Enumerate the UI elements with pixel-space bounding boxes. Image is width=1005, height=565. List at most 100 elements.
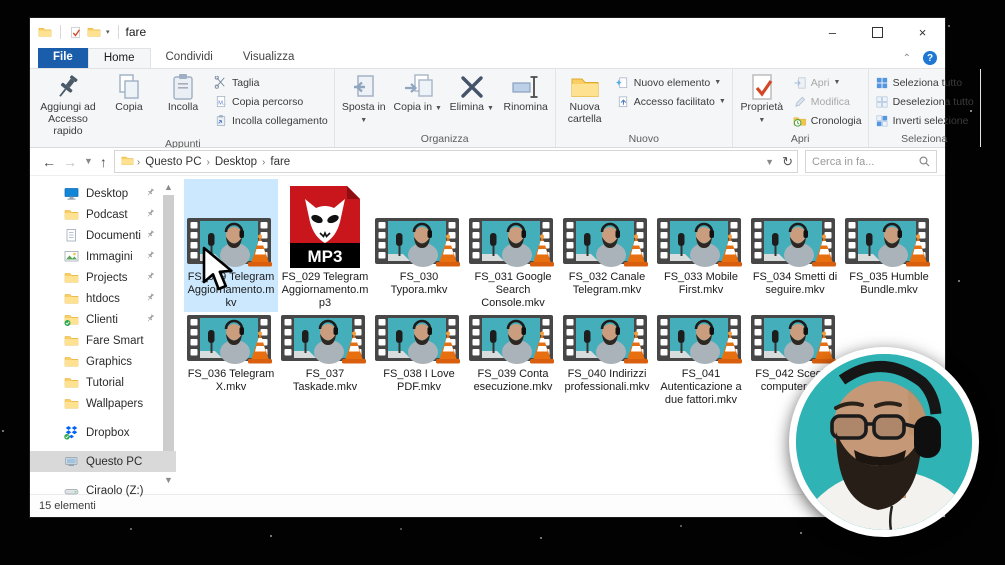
address-dropdown-chevron-icon[interactable]: ▼ [765, 157, 774, 167]
file-item[interactable]: FS_034 Smetti di seguire.mkv [748, 179, 842, 312]
file-item[interactable]: MP3 FS_029 Telegram Aggiornamento.mp3 [278, 179, 372, 312]
open-button[interactable]: Apri ▼ [789, 73, 866, 92]
sidebar-item-label: Ciraolo (Z:) [86, 484, 144, 497]
maximize-button[interactable] [855, 18, 900, 46]
edit-button[interactable]: Modifica [789, 92, 866, 111]
breadcrumb-item[interactable]: fare [266, 156, 294, 168]
select-all-button[interactable]: Seleziona tutto [871, 73, 978, 92]
sidebar-item-graphics[interactable]: Graphics [30, 351, 176, 372]
tab-visualizza[interactable]: Visualizza [228, 48, 310, 68]
button-label: Accesso facilitato [633, 95, 715, 108]
delete-icon [461, 76, 483, 98]
sidebar-item-htdocs[interactable]: htdocs [30, 288, 176, 309]
sidebar-item-wallpapers[interactable]: Wallpapers [30, 393, 176, 414]
separator [117, 25, 119, 39]
sidebar-item-label: htdocs [86, 292, 120, 305]
sidebar-item-podcast[interactable]: Podcast [30, 204, 176, 225]
sidebar-item-dropbox[interactable]: Dropbox [30, 422, 176, 443]
sidebar-item-immagini[interactable]: Immagini [30, 246, 176, 267]
sidebar-item-documenti[interactable]: Documenti [30, 225, 176, 246]
invert-selection-button[interactable]: Inverti selezione [871, 111, 978, 130]
paste-button[interactable]: Incolla [156, 70, 210, 114]
ribbon-group-label: Organizza [420, 133, 469, 145]
file-item[interactable]: FS_040 Indirizzi professionali.mkv [560, 314, 654, 409]
sidebar-item-label: Desktop [86, 187, 129, 200]
file-name: FS_031 Google Search Console.mkv [474, 271, 552, 309]
window-title: fare [125, 25, 147, 39]
minimize-button[interactable]: – [810, 18, 855, 46]
file-item[interactable]: FS_029 Telegram Aggiornamento.mkv [184, 179, 278, 312]
breadcrumb[interactable]: › Questo PC › Desktop › fare ▼ ↻ [113, 150, 798, 173]
recent-locations-chevron-icon[interactable]: ▼ [84, 157, 93, 166]
select-none-icon [876, 96, 888, 107]
breadcrumb-item[interactable]: Desktop [211, 156, 261, 168]
file-name: FS_035 Humble Bundle.mkv [849, 271, 929, 296]
paste-icon [173, 74, 193, 100]
sidebar-item-label: Graphics [86, 355, 133, 368]
copy-to-button[interactable]: Copia in ▼ [391, 70, 445, 114]
delete-button[interactable]: Elimina ▼ [445, 70, 499, 114]
copy-icon [119, 74, 139, 99]
tab-file[interactable]: File [38, 48, 88, 68]
ribbon-group-apri: Proprietà ▼ Apri ▼ Modifica Cronologia Apri [733, 69, 869, 147]
refresh-icon[interactable]: ↻ [782, 154, 793, 170]
button-label: Nuova cartella [567, 101, 602, 125]
breadcrumb-item[interactable]: Questo PC [141, 156, 205, 168]
folder-icon [121, 156, 134, 165]
file-item[interactable]: FS_031 Google Search Console.mkv [466, 179, 560, 312]
video-thumbnail [469, 315, 554, 364]
back-button[interactable]: ← [42, 155, 56, 169]
customize-chevron-icon[interactable]: ▾ [106, 29, 110, 36]
new-item-button[interactable]: Nuovo elemento ▼ [612, 73, 730, 92]
forward-button[interactable]: → [63, 155, 77, 169]
sidebar-item-ciraolo-z-[interactable]: Ciraolo (Z:) [30, 480, 176, 501]
file-item[interactable]: FS_033 Mobile First.mkv [654, 179, 748, 312]
file-item[interactable]: FS_030 Typora.mkv [372, 179, 466, 312]
rename-button[interactable]: Rinomina [499, 70, 553, 114]
video-thumbnail [187, 315, 272, 364]
file-item[interactable]: FS_035 Humble Bundle.mkv [842, 179, 936, 312]
navigation-pane: ▲ ▼ Desktop Podcast Documenti Immagini Proje… [30, 176, 176, 497]
sidebar-item-questo-pc[interactable]: Questo PC [30, 451, 176, 472]
tab-home[interactable]: Home [87, 48, 151, 68]
file-item[interactable]: FS_032 Canale Telegram.mkv [560, 179, 654, 312]
copy-button[interactable]: Copia [102, 70, 156, 114]
file-item[interactable]: FS_039 Conta esecuzione.mkv [466, 314, 560, 409]
new-folder-icon[interactable] [87, 25, 101, 39]
minimize-ribbon-chevron-icon[interactable]: ⌃ [903, 53, 911, 64]
sidebar-item-clienti[interactable]: Clienti [30, 309, 176, 330]
pin-button[interactable]: Aggiungi ad Accesso rapido [34, 70, 102, 137]
close-button[interactable]: × [900, 18, 945, 46]
paste-shortcut-icon [216, 114, 226, 126]
select-none-button[interactable]: Deseleziona tutto [871, 92, 978, 111]
help-icon[interactable]: ? [923, 51, 937, 65]
sidebar-item-desktop[interactable]: Desktop [30, 183, 176, 204]
easy-access-icon [618, 95, 627, 107]
tab-condividi[interactable]: Condividi [151, 48, 228, 68]
properties-button[interactable]: Proprietà ▼ [735, 70, 789, 126]
file-item[interactable]: FS_037 Taskade.mkv [278, 314, 372, 409]
file-item[interactable]: FS_036 Telegram X.mkv [184, 314, 278, 409]
sidebar-item-tutorial[interactable]: Tutorial [30, 372, 176, 393]
history-button[interactable]: Cronologia [789, 111, 866, 130]
copy-path-button[interactable]: M.. Copia percorso [210, 92, 332, 111]
file-name: FS_030 Typora.mkv [390, 271, 448, 296]
new-item-icon [615, 76, 627, 88]
pin-icon [145, 187, 156, 201]
pin-icon [145, 250, 156, 264]
scissors-button[interactable]: Taglia [210, 73, 332, 92]
properties-check-icon[interactable] [69, 26, 82, 39]
file-item[interactable]: FS_041 Autenticazione a due fattori.mkv [654, 314, 748, 409]
pictures-icon [64, 251, 79, 262]
paste-shortcut-button[interactable]: Incolla collegamento [210, 111, 332, 130]
sidebar-item-fare-smart[interactable]: Fare Smart [30, 330, 176, 351]
sidebar-item-projects[interactable]: Projects [30, 267, 176, 288]
new-folder-button[interactable]: Nuova cartella [558, 70, 612, 126]
video-thumbnail [187, 218, 272, 267]
move-to-button[interactable]: Sposta in ▼ [337, 70, 391, 126]
easy-access-button[interactable]: Accesso facilitato ▼ [612, 92, 730, 111]
search-input[interactable]: Cerca in fa... [805, 150, 937, 173]
side-pin-icon [147, 230, 154, 238]
up-button[interactable]: ↑ [100, 155, 107, 169]
file-item[interactable]: FS_038 I Love PDF.mkv [372, 314, 466, 409]
